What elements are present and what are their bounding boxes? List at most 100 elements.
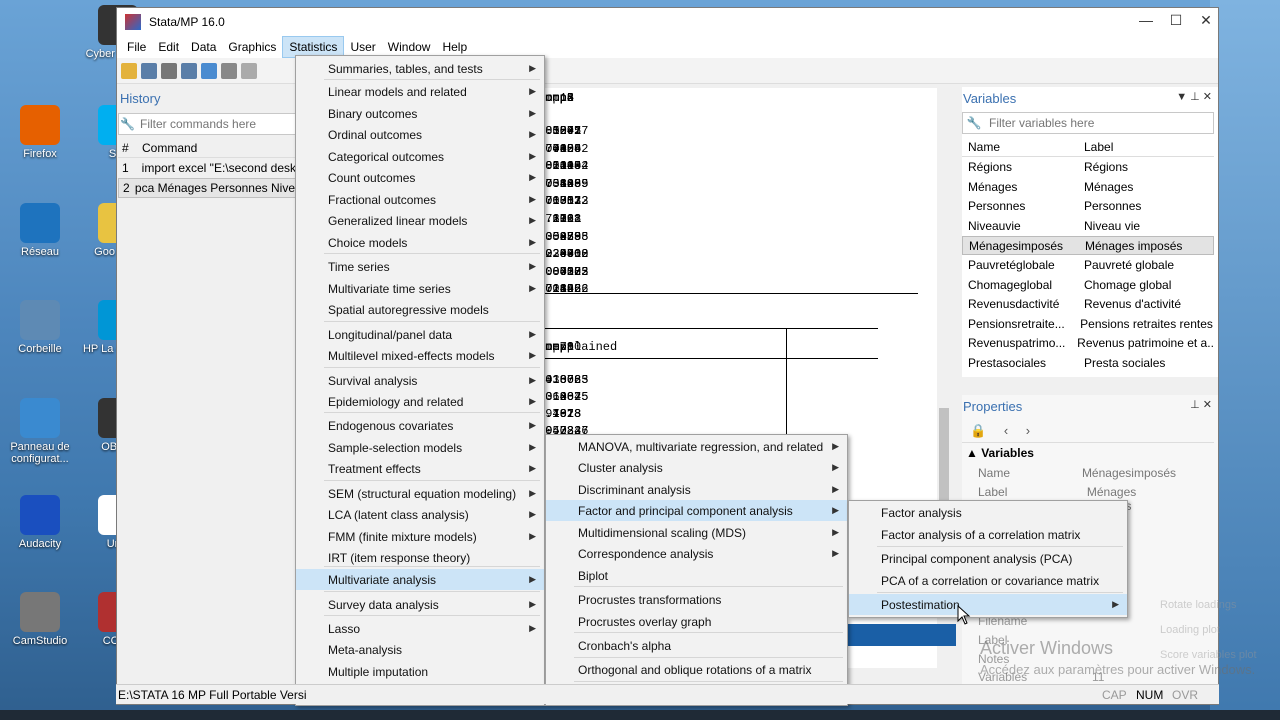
history-header: # Command (118, 138, 296, 158)
minimize-button[interactable]: — (1132, 12, 1160, 28)
variable-row[interactable]: Niveauvie Niveau vie (962, 217, 1214, 236)
wrench-icon[interactable]: 🔧 (119, 117, 136, 131)
variable-row[interactable]: Pensionsretraite... Pensions retraites re… (962, 315, 1214, 334)
statistics-menu-item[interactable]: Binary outcomes ▶ (296, 103, 544, 124)
maximize-button[interactable]: ☐ (1162, 12, 1190, 29)
control-panel-icon (20, 398, 60, 438)
statistics-menu-item[interactable]: Survey data analysis ▶ (296, 594, 544, 615)
ghost-menu-item: Score variables plot (1160, 649, 1257, 661)
multivariate-menu-item[interactable]: Cluster analysis ▶ (546, 457, 847, 478)
statistics-menu-item[interactable]: Lasso ▶ (296, 618, 544, 639)
lock-icon[interactable]: 🔒 (970, 423, 986, 438)
statistics-menu-item[interactable]: Fractional outcomes ▶ (296, 189, 544, 210)
scrollbar-thumb[interactable] (939, 408, 949, 508)
menu-file[interactable]: File (121, 37, 152, 57)
variable-row[interactable]: Pauvretéglobale Pauvreté globale (962, 256, 1214, 275)
statistics-menu-item[interactable]: Multiple imputation (296, 661, 544, 682)
multivariate-menu-item[interactable]: Biplot (546, 565, 847, 586)
forward-icon[interactable]: › (1026, 423, 1030, 438)
graph-icon[interactable] (221, 62, 237, 79)
statistics-menu-item[interactable]: Linear models and related ▶ (296, 81, 544, 102)
factor-menu-item[interactable]: Principal component analysis (PCA) (849, 548, 1127, 569)
statistics-menu-item[interactable]: Generalized linear models ▶ (296, 210, 544, 231)
statistics-menu-item[interactable]: Longitudinal/panel data ▶ (296, 324, 544, 345)
variable-row[interactable]: Chomageglobal Chomage global (962, 276, 1214, 295)
menu-data[interactable]: Data (185, 37, 222, 57)
factor-menu-item[interactable]: Factor analysis of a correlation matrix (849, 524, 1127, 545)
history-row[interactable]: 2 pca Ménages Personnes Nive (118, 178, 296, 198)
statistics-menu-item[interactable]: Categorical outcomes ▶ (296, 146, 544, 167)
wrench-icon[interactable]: 🔧 (963, 116, 985, 130)
results-row: 3708 0.1311 0.1303 -0.0533 0.6782 -0.3172 (538, 194, 918, 210)
statistics-menu-item[interactable]: FMM (finite mixture models) ▶ (296, 526, 544, 547)
statistics-menu-item[interactable]: Choice models ▶ (296, 232, 544, 253)
multivariate-menu-item[interactable]: Correspondence analysis ▶ (546, 543, 847, 564)
factor-menu-item[interactable]: Factor analysis (849, 502, 1127, 523)
factor-menu-item[interactable]: Postestimation ▶ (849, 594, 1127, 615)
close-button[interactable]: ✕ (1192, 12, 1220, 29)
menu-user[interactable]: User (344, 37, 381, 57)
menu-item-label: Factor analysis of a correlation matrix (881, 527, 1081, 542)
statistics-menu-item[interactable]: Summaries, tables, and tests ▶ (296, 58, 544, 79)
statistics-menu-item[interactable]: Multivariate time series ▶ (296, 278, 544, 299)
statistics-menu-item[interactable]: LCA (latent class analysis) ▶ (296, 504, 544, 525)
factor-menu-item[interactable]: PCA of a correlation or covariance matri… (849, 570, 1127, 591)
desktop-icon[interactable]: Panneau de configurat... (0, 398, 80, 465)
variable-name: Régions (968, 160, 1013, 174)
desktop-icon[interactable]: Corbeille (0, 300, 80, 355)
viewer-icon[interactable] (201, 62, 217, 79)
log-icon[interactable] (181, 62, 197, 79)
multivariate-menu-item[interactable]: Discriminant analysis ▶ (546, 479, 847, 500)
variable-row[interactable]: Régions Régions (962, 158, 1214, 177)
dofile-icon[interactable] (241, 62, 257, 79)
history-row[interactable]: 1 import excel "E:\second desk (118, 158, 296, 178)
variable-row[interactable]: Prestasociales Presta sociales (962, 354, 1214, 373)
open-icon[interactable] (121, 62, 137, 79)
desktop-icon[interactable]: Firefox (0, 105, 80, 160)
menu-window[interactable]: Window (382, 37, 437, 57)
menu-edit[interactable]: Edit (152, 37, 185, 57)
menu-help[interactable]: Help (436, 37, 473, 57)
statistics-menu-item[interactable]: Multilevel mixed-effects models ▶ (296, 345, 544, 366)
back-icon[interactable]: ‹ (1004, 423, 1008, 438)
variables-filter-input[interactable] (985, 116, 1213, 130)
multivariate-menu-item[interactable]: Orthogonal and oblique rotations of a ma… (546, 659, 847, 680)
multivariate-menu-item[interactable]: MANOVA, multivariate regression, and rel… (546, 436, 847, 457)
statistics-menu-item[interactable]: Time series ▶ (296, 256, 544, 277)
multivariate-menu-item[interactable]: Procrustes transformations (546, 589, 847, 610)
panel-pin-icon[interactable]: ▼ ⊥ ✕ (1176, 90, 1212, 103)
multivariate-menu-item[interactable]: Procrustes overlay graph (546, 611, 847, 632)
desktop-icon[interactable]: CamStudio (0, 592, 80, 647)
statistics-menu-item[interactable]: Endogenous covariates ▶ (296, 415, 544, 436)
statistics-menu-item[interactable]: Meta-analysis (296, 639, 544, 660)
variable-row[interactable]: Revenusdactivité Revenus d'activité (962, 295, 1214, 314)
variable-name: Ménagesimposés (969, 239, 1064, 254)
variable-row[interactable]: Revenuspatrimo... Revenus patrimoine et a… (962, 334, 1214, 353)
variable-row[interactable]: Ménages Ménages (962, 178, 1214, 197)
statistics-menu-item[interactable]: IRT (item response theory) (296, 547, 544, 568)
multivariate-menu-item[interactable]: Cronbach's alpha (546, 635, 847, 656)
history-filter-input[interactable] (136, 117, 295, 131)
statistics-menu-item[interactable]: Ordinal outcomes ▶ (296, 124, 544, 145)
print-icon[interactable] (161, 62, 177, 79)
statistics-menu-item[interactable]: Treatment effects ▶ (296, 458, 544, 479)
statistics-menu-item[interactable]: Survival analysis ▶ (296, 370, 544, 391)
variable-row[interactable]: Personnes Personnes (962, 197, 1214, 216)
statistics-menu-item[interactable]: Multivariate analysis ▶ (296, 569, 544, 590)
menu-graphics[interactable]: Graphics (222, 37, 282, 57)
panel-pin-icon[interactable]: ⊥ ✕ (1190, 398, 1212, 411)
statistics-menu-item[interactable]: Spatial autoregressive models (296, 299, 544, 320)
desktop-icon[interactable]: Audacity (0, 495, 80, 550)
statistics-menu-item[interactable]: Epidemiology and related ▶ (296, 391, 544, 412)
save-icon[interactable] (141, 62, 157, 79)
variables-header: Name Label (962, 137, 1214, 157)
multivariate-menu-item[interactable]: Factor and principal component analysis ▶ (546, 500, 847, 521)
statistics-menu-item[interactable]: Count outcomes ▶ (296, 167, 544, 188)
variable-row[interactable]: Ménagesimposés Ménages imposés (962, 236, 1214, 256)
desktop-icon[interactable]: Réseau (0, 203, 80, 258)
statistics-menu-item[interactable]: Sample-selection models ▶ (296, 437, 544, 458)
variables-filter[interactable]: 🔧 (962, 112, 1214, 134)
history-filter[interactable]: 🔧 (118, 113, 296, 135)
multivariate-menu-item[interactable]: Multidimensional scaling (MDS) ▶ (546, 522, 847, 543)
statistics-menu-item[interactable]: SEM (structural equation modeling) ▶ (296, 483, 544, 504)
